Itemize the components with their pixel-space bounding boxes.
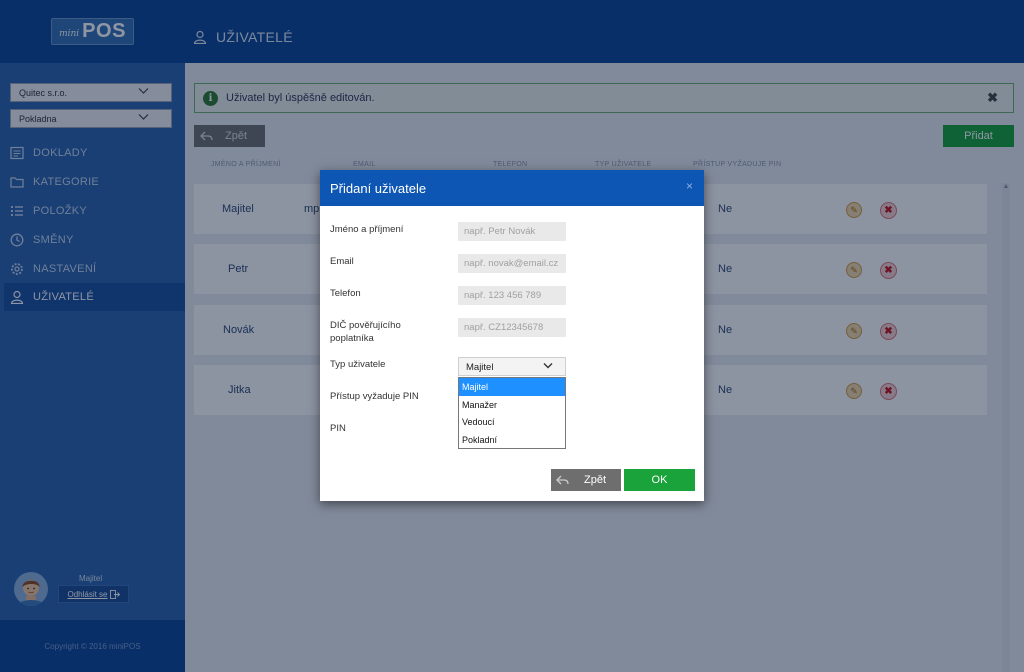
back-arrow-icon bbox=[556, 475, 569, 485]
option-manazer[interactable]: Manažer bbox=[459, 396, 565, 414]
dialog-title: Přidaní uživatele bbox=[330, 181, 427, 196]
email-label: Email bbox=[330, 256, 354, 267]
dic-label-line1: DIČ pověřujícího bbox=[330, 320, 401, 331]
phone-input[interactable] bbox=[458, 286, 566, 305]
user-type-select[interactable]: Majitel bbox=[458, 357, 566, 376]
pin-label: PIN bbox=[330, 423, 346, 434]
type-label: Typ uživatele bbox=[330, 359, 386, 370]
user-type-dropdown: Majitel Manažer Vedoucí Pokladní bbox=[458, 377, 566, 449]
chevron-down-icon bbox=[543, 363, 553, 369]
option-majitel[interactable]: Majitel bbox=[459, 378, 565, 396]
phone-label: Telefon bbox=[330, 288, 361, 299]
dialog-back-button[interactable]: Zpět bbox=[551, 469, 621, 491]
name-label: Jméno a příjmení bbox=[330, 224, 404, 235]
user-type-value: Majitel bbox=[466, 362, 494, 373]
dic-label-line2: poplatníka bbox=[330, 333, 374, 344]
dialog-back-label: Zpět bbox=[584, 474, 607, 486]
dialog-header: Přidaní uživatele × bbox=[320, 170, 704, 206]
dic-label: DIČ pověřujícího poplatníka bbox=[330, 319, 401, 345]
option-vedouci[interactable]: Vedoucí bbox=[459, 413, 565, 431]
ok-button[interactable]: OK bbox=[624, 469, 695, 491]
pin-access-label: Přístup vyžaduje PIN bbox=[330, 391, 419, 402]
dic-input[interactable] bbox=[458, 318, 566, 337]
ok-label: OK bbox=[651, 474, 668, 486]
option-pokladni[interactable]: Pokladní bbox=[459, 431, 565, 449]
add-user-dialog: Přidaní uživatele × Jméno a příjmení Ema… bbox=[320, 170, 704, 501]
close-icon[interactable]: × bbox=[686, 179, 693, 193]
name-input[interactable] bbox=[458, 222, 566, 241]
email-input[interactable] bbox=[458, 254, 566, 273]
